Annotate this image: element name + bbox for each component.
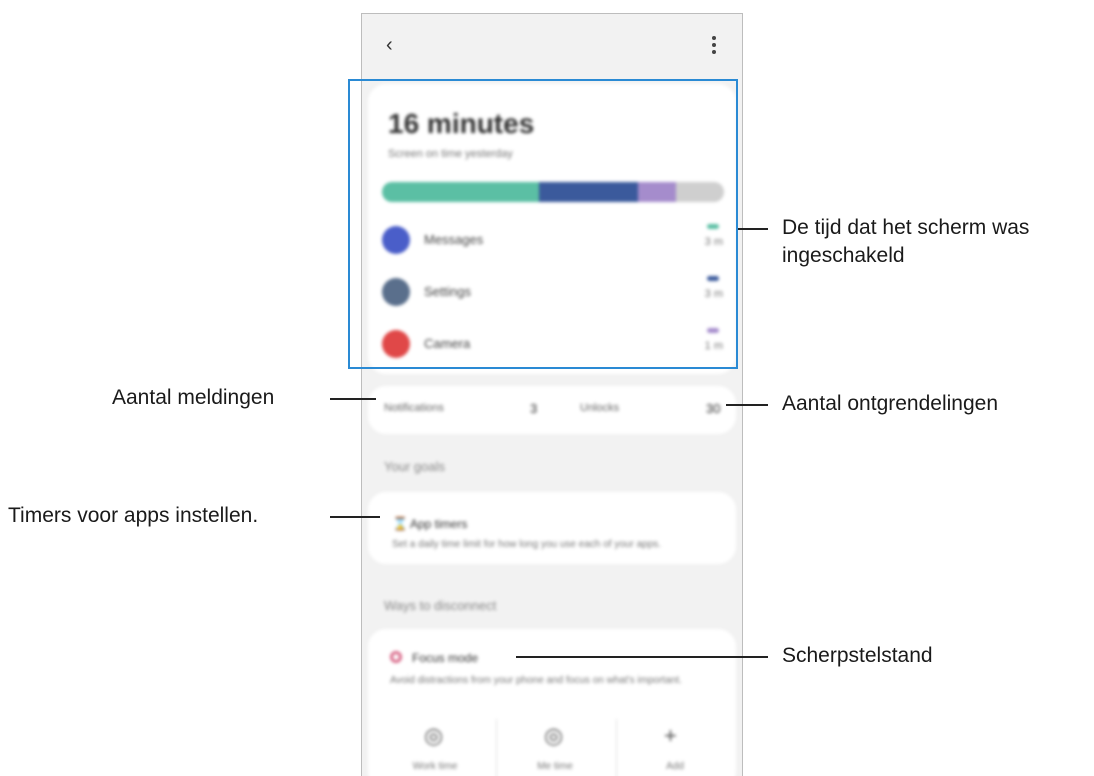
screen-time-callout-line2: ingeschakeld [782,244,905,267]
focus-mode-callout: Scherpstelstand [782,644,933,667]
unlocks-callout: Aantal ontgrendelingen [782,392,999,415]
mode-label: Add [666,761,684,772]
screen-time-callout-line1: De tijd dat het scherm was [782,216,1030,239]
notifications-callout: Aantal meldingen [112,386,275,409]
mode-label: Work time [412,761,458,772]
hourglass-icon: ⌛ [392,516,409,531]
add-mode-button[interactable]: + Add [616,709,734,776]
mode-label: Me time [537,761,573,772]
app-timers-description: Set a daily time limit for how long you … [392,539,662,550]
app-timers-callout-line [330,516,380,518]
app-timers-card[interactable]: ⌛ App timers Set a daily time limit for … [368,492,736,564]
work-time-mode-button[interactable]: ◎ Work time [376,709,494,776]
me-time-icon: ◎ [544,723,564,748]
goals-section-header: Your goals [384,459,445,474]
screen-time-highlight-frame [348,79,738,369]
focus-mode-card[interactable]: Focus mode Avoid distractions from your … [368,629,736,776]
unlocks-label: Unlocks [580,402,620,414]
focus-mode-icon [390,651,402,663]
plus-icon: + [664,723,677,748]
focus-mode-callout-line [516,656,768,658]
notifications-label: Notifications [384,402,444,414]
app-bar: ‹ [362,14,742,74]
unlocks-callout-line [726,404,768,406]
focus-mode-title: Focus mode [412,651,479,665]
notifications-callout-line [330,398,376,400]
notifications-count: 3 [530,401,538,416]
back-arrow-icon[interactable]: ‹ [386,34,393,57]
app-timers-title: App timers [410,517,468,531]
me-time-mode-button[interactable]: ◎ Me time [496,709,614,776]
counts-card[interactable]: Notifications 3 Unlocks 30 [368,386,736,434]
more-options-icon[interactable] [712,36,716,57]
app-timers-callout: Timers voor apps instellen. [8,504,259,527]
focus-mode-description: Avoid distractions from your phone and f… [390,675,682,686]
work-time-icon: ◎ [424,723,444,748]
screen-time-callout-line [738,228,768,230]
disconnect-section-header: Ways to disconnect [384,598,497,613]
screen-time-callout: De tijd dat het scherm was ingeschakeld [782,214,1029,270]
unlocks-count: 30 [706,401,721,416]
